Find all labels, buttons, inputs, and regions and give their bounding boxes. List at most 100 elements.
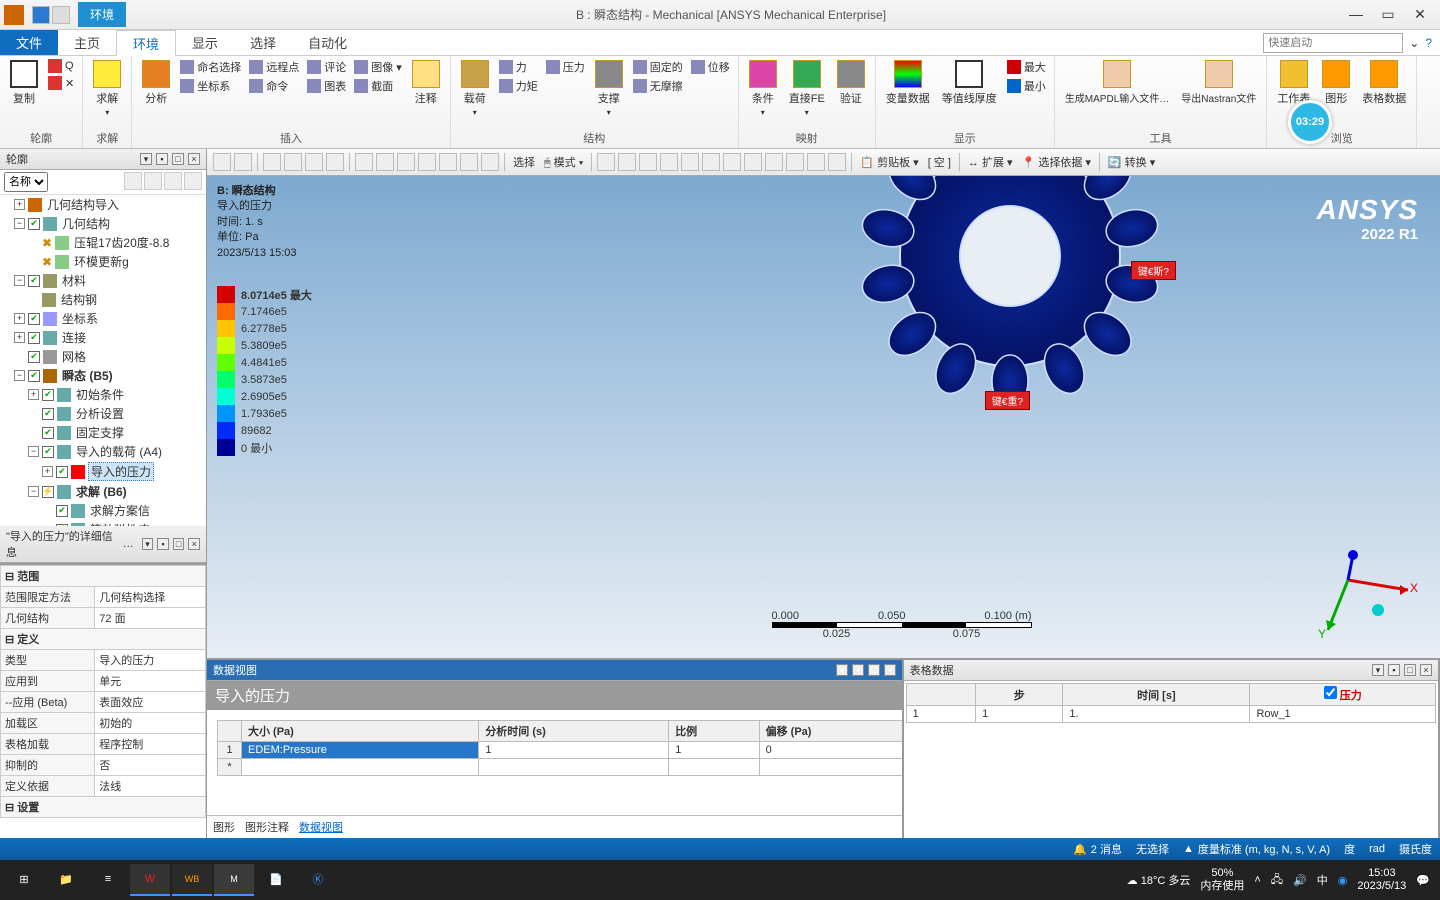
gt-icon[interactable] [828,153,846,171]
table-row[interactable]: 111.Row_1 [906,706,1435,723]
gt-icon[interactable] [263,153,281,171]
tree-item[interactable]: +✔连接 [14,328,206,347]
gt-clipboard[interactable]: 📋 剪贴板 ▾ [857,154,921,170]
ribbon-direct-fe[interactable]: 直接FE▾ [785,58,829,119]
ribbon-solve[interactable]: 求解▾ [89,58,125,119]
tree-item[interactable]: −⚡求解 (B6) [28,482,206,501]
tree-item[interactable]: −✔材料 [14,271,206,290]
ribbon-command[interactable]: 命令 [247,77,301,95]
detail-row[interactable]: 定义依据法线 [1,775,206,796]
gt-select[interactable]: 选择 [510,154,538,170]
pane-close-icon[interactable]: × [884,664,896,676]
gt-icon[interactable] [284,153,302,171]
gt-icon[interactable] [397,153,415,171]
weather-widget[interactable]: ☁ 18°C 多云 [1127,872,1191,888]
ribbon-moment[interactable]: 力矩 [497,77,540,95]
tree-item[interactable]: ✖压辊17齿20度-8.8 [28,233,206,252]
taskbar-app-icon[interactable]: ≡ [88,864,128,896]
gt-icon[interactable] [723,153,741,171]
tree-item[interactable]: +✔初始条件 [28,385,206,404]
memory-widget[interactable]: 50%内存使用 [1200,867,1244,893]
pane-dropdown-icon[interactable]: ▾ [140,153,152,165]
tree-item[interactable]: ✖环模更新g [28,252,206,271]
tree-item[interactable]: ✔固定支撑 [28,423,206,442]
gt-extend[interactable]: ↔ 扩展 ▾ [965,154,1016,170]
gt-icon[interactable] [213,153,231,171]
gt-icon[interactable] [376,153,394,171]
detail-row[interactable]: 几何结构72 面 [1,607,206,628]
pane-max-icon[interactable]: □ [172,153,184,165]
detail-row[interactable]: 表格加载程序控制 [1,733,206,754]
pane-close-icon[interactable]: × [1420,664,1432,676]
collapse-ribbon-icon[interactable]: ⌄ [1409,36,1419,50]
taskbar-explorer-icon[interactable]: 📁 [46,864,86,896]
gt-icon[interactable] [439,153,457,171]
table-data-table[interactable]: 步时间 [s] 压力 111.Row_1 [906,683,1436,723]
pane-dropdown-icon[interactable]: ▾ [836,664,848,676]
gt-icon[interactable] [234,153,252,171]
gt-icon[interactable] [660,153,678,171]
taskbar-app-icon[interactable]: 📄 [256,864,296,896]
ribbon-force[interactable]: 力 [497,58,540,76]
gt-icon[interactable] [355,153,373,171]
minimize-button[interactable]: — [1342,6,1370,23]
detail-row[interactable]: 应用到单元 [1,670,206,691]
ribbon-image[interactable]: 图像▾ [352,58,404,76]
start-button[interactable]: ⊞ [4,864,44,896]
triad-icon[interactable]: X Y [1308,550,1418,640]
gt-icon[interactable] [702,153,720,171]
tab-home[interactable]: 主页 [58,30,116,55]
ribbon-comment[interactable]: 评论 [305,58,348,76]
ribbon-remote-point[interactable]: 远程点 [247,58,301,76]
ribbon-min[interactable]: 最小 [1005,77,1048,95]
tab-file[interactable]: 文件 [0,30,58,55]
gt-icon[interactable] [639,153,657,171]
tray-ime-icon[interactable]: 中 [1317,872,1328,888]
tray-volume-icon[interactable]: 🔊 [1293,874,1307,887]
qat-dropdown-icon[interactable] [52,6,70,24]
pane-pin-icon[interactable]: ▪ [1388,664,1400,676]
ribbon-nastran[interactable]: 导出Nastran文件 [1177,58,1260,107]
gt-icon[interactable] [744,153,762,171]
ribbon-chart[interactable]: 图表 [305,77,348,95]
table-row[interactable]: * [218,759,902,776]
pane-pin-icon[interactable]: ▪ [852,664,864,676]
ribbon-pressure[interactable]: 压力 [544,58,587,76]
ribbon-analysis[interactable]: 分析 [138,58,174,108]
ribbon-mapdl[interactable]: 生成MAPDL输入文件… [1061,58,1173,107]
ribbon-fixed[interactable]: 固定的 [631,58,685,76]
ribbon-loads[interactable]: 载荷▾ [457,58,493,119]
tree-item-selected[interactable]: +✔导入的压力 [42,461,206,482]
ribbon-iso-thickness[interactable]: 等值线厚度 [938,58,1001,108]
dv-tab-annot[interactable]: 图形注释 [245,819,289,835]
close-button[interactable]: ✕ [1406,6,1434,23]
graphics-viewport[interactable]: B: 瞬态结构 导入的压力 时间: 1. s 单位: Pa 2023/5/13 … [207,176,1440,658]
ribbon-condition[interactable]: 条件▾ [745,58,781,119]
ribbon-var-data[interactable]: 变量数据 [882,58,934,108]
gt-icon[interactable] [681,153,699,171]
quick-launch-input[interactable] [1263,33,1403,53]
context-tab[interactable]: 环境 [78,2,126,27]
pane-close-icon[interactable]: × [188,153,200,165]
ribbon-coord-sys[interactable]: 坐标系 [178,77,243,95]
tab-automation[interactable]: 自动化 [292,30,363,55]
tree-item[interactable]: ✔网格 [14,347,206,366]
help-icon[interactable]: ? [1425,36,1432,50]
ribbon-frictionless[interactable]: 无摩擦 [631,77,685,95]
detail-row[interactable]: 范围限定方法几何结构选择 [1,586,206,607]
gt-icon[interactable] [418,153,436,171]
data-view-table[interactable]: 大小 (Pa)分析时间 (s)比例偏移 (Pa) 1EDEM:Pressure1… [217,720,902,776]
dv-tab-graph[interactable]: 图形 [213,819,235,835]
maximize-button[interactable]: ▭ [1374,6,1402,23]
ribbon-annotation[interactable]: 注释 [408,58,444,108]
ribbon-displacement[interactable]: 位移 [689,58,732,76]
taskbar-app-icon[interactable]: W [130,864,170,896]
pane-dropdown-icon[interactable]: ▾ [1372,664,1384,676]
pane-max-icon[interactable]: □ [173,538,185,550]
gt-icon[interactable] [460,153,478,171]
status-messages[interactable]: 🔔 2 消息 [1073,841,1122,857]
gt-icon[interactable] [326,153,344,171]
tab-select[interactable]: 选择 [234,30,292,55]
detail-row[interactable]: 类型导入的压力 [1,649,206,670]
tree-item[interactable]: 结构钢 [28,290,206,309]
